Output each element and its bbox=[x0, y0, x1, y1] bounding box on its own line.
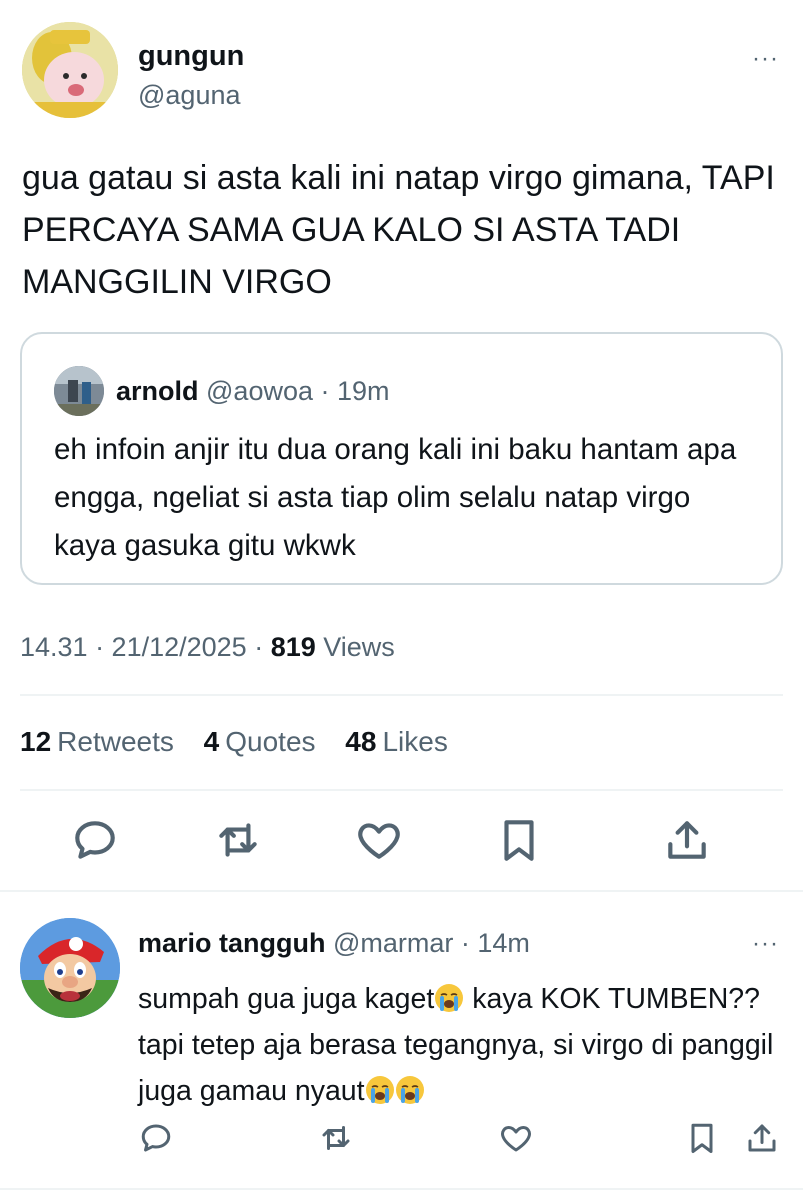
heart-icon[interactable] bbox=[498, 1120, 534, 1156]
views-label: Views bbox=[315, 632, 395, 662]
quotes-count: 4 bbox=[203, 726, 220, 757]
loudly-crying-face-emoji bbox=[395, 1076, 424, 1104]
likes-count: 48 bbox=[345, 726, 377, 757]
bookmark-icon[interactable] bbox=[494, 815, 544, 865]
more-options-icon[interactable]: ··· bbox=[752, 45, 779, 73]
quoted-author-avatar bbox=[54, 366, 104, 416]
section-divider bbox=[0, 890, 803, 892]
reply-author-meta: @marmar · 14m bbox=[325, 928, 530, 958]
views-count: 819 bbox=[270, 632, 316, 662]
quoted-author-meta: @aowoa · 19m bbox=[198, 376, 390, 406]
retweets-count: 12 bbox=[20, 726, 52, 757]
divider bbox=[20, 789, 783, 791]
reply-header: mario tangguh @marmar · 14m bbox=[138, 928, 530, 959]
reply-author-avatar[interactable] bbox=[20, 918, 120, 1018]
quoted-author-name: arnold bbox=[116, 376, 199, 406]
time-date: 14.31 · 21/12/2025 · bbox=[20, 632, 271, 662]
quoted-tweet-card[interactable]: arnold @aowoa · 19m eh infoin anjir itu … bbox=[20, 332, 783, 585]
quotes-label: Quotes bbox=[225, 726, 316, 757]
likes-label: Likes bbox=[382, 726, 448, 757]
retweets-label: Retweets bbox=[57, 726, 174, 757]
divider bbox=[0, 1188, 803, 1190]
retweet-icon[interactable] bbox=[213, 815, 263, 865]
quotes-stat[interactable]: 4 Quotes bbox=[204, 726, 316, 757]
quoted-tweet-header: arnold @aowoa · 19m bbox=[116, 376, 390, 407]
author-name[interactable]: gungun bbox=[138, 40, 244, 73]
reply-text: sumpah gua juga kaget kaya KOK TUMBEN?? … bbox=[138, 976, 778, 1114]
likes-stat[interactable]: 48 Likes bbox=[345, 726, 448, 757]
quoted-tweet-text: eh infoin anjir itu dua orang kali ini b… bbox=[54, 433, 737, 562]
divider bbox=[20, 694, 783, 696]
more-options-icon[interactable]: ··· bbox=[752, 930, 779, 958]
share-icon[interactable] bbox=[662, 815, 712, 865]
reply-icon[interactable] bbox=[70, 815, 120, 865]
loudly-crying-face-emoji bbox=[365, 1076, 394, 1104]
tweet-text: gua gatau si asta kali ini natap virgo g… bbox=[22, 159, 775, 301]
tweet-timestamp: 14.31 · 21/12/2025 · 819 Views bbox=[20, 632, 395, 663]
reply-author-name[interactable]: mario tangguh bbox=[138, 928, 326, 958]
author-avatar[interactable] bbox=[22, 22, 118, 118]
heart-icon[interactable] bbox=[354, 815, 404, 865]
avatar-image bbox=[22, 22, 118, 118]
avatar-image bbox=[54, 366, 104, 416]
share-icon[interactable] bbox=[744, 1120, 780, 1156]
author-handle[interactable]: @aguna bbox=[138, 80, 241, 111]
avatar-image bbox=[20, 918, 120, 1018]
loudly-crying-face-emoji bbox=[435, 984, 464, 1012]
retweet-icon[interactable] bbox=[318, 1120, 354, 1156]
bookmark-icon[interactable] bbox=[684, 1120, 720, 1156]
tweet-stats: 12 Retweets 4 Quotes 48 Likes bbox=[20, 726, 448, 758]
retweets-stat[interactable]: 12 Retweets bbox=[20, 726, 174, 757]
reply-text-part1: sumpah gua juga kaget bbox=[138, 983, 435, 1015]
reply-icon[interactable] bbox=[138, 1120, 174, 1156]
